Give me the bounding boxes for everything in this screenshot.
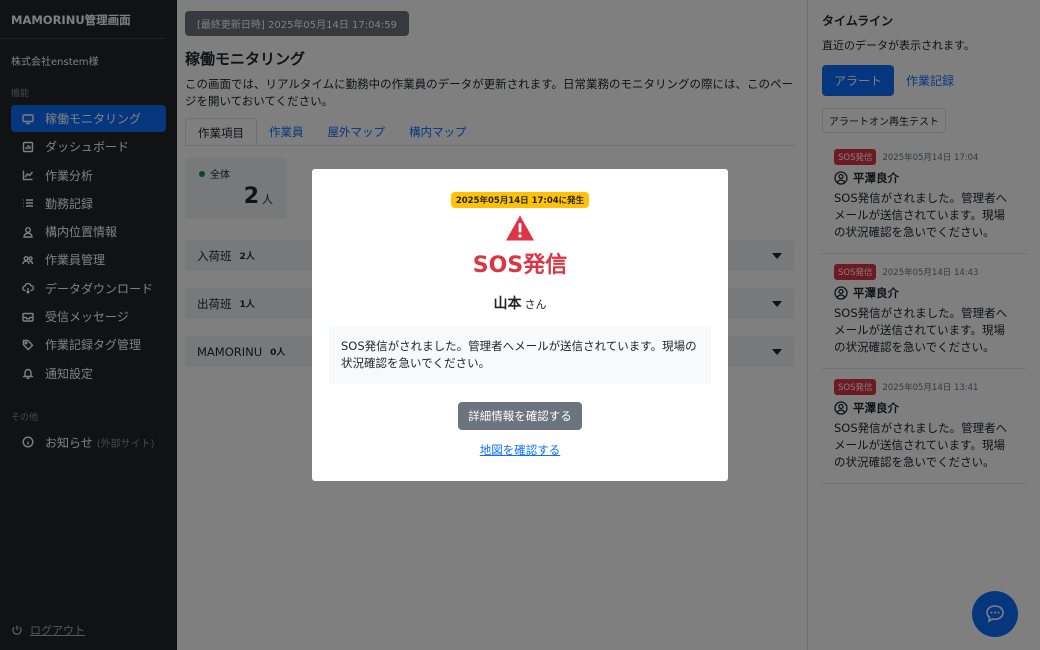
view-details-button[interactable]: 詳細情報を確認する xyxy=(458,402,582,430)
view-map-link[interactable]: 地図を確認する xyxy=(312,442,728,458)
person-honorific: さん xyxy=(524,298,547,311)
warning-icon xyxy=(312,214,728,245)
person-name: 山本 xyxy=(493,296,522,312)
modal-title: SOS発信 xyxy=(472,253,568,278)
sos-alert-modal: 2025年05月14日 17:04に発生 SOS発信 山本 さん SOS発信がされ… xyxy=(312,169,728,481)
modal-person: 山本 さん xyxy=(312,293,728,313)
occurred-time-badge: 2025年05月14日 17:04に発生 xyxy=(450,192,590,208)
modal-message: SOS発信がされました。管理者へメールが送信されています。現場の状況確認を急いで… xyxy=(329,326,711,384)
